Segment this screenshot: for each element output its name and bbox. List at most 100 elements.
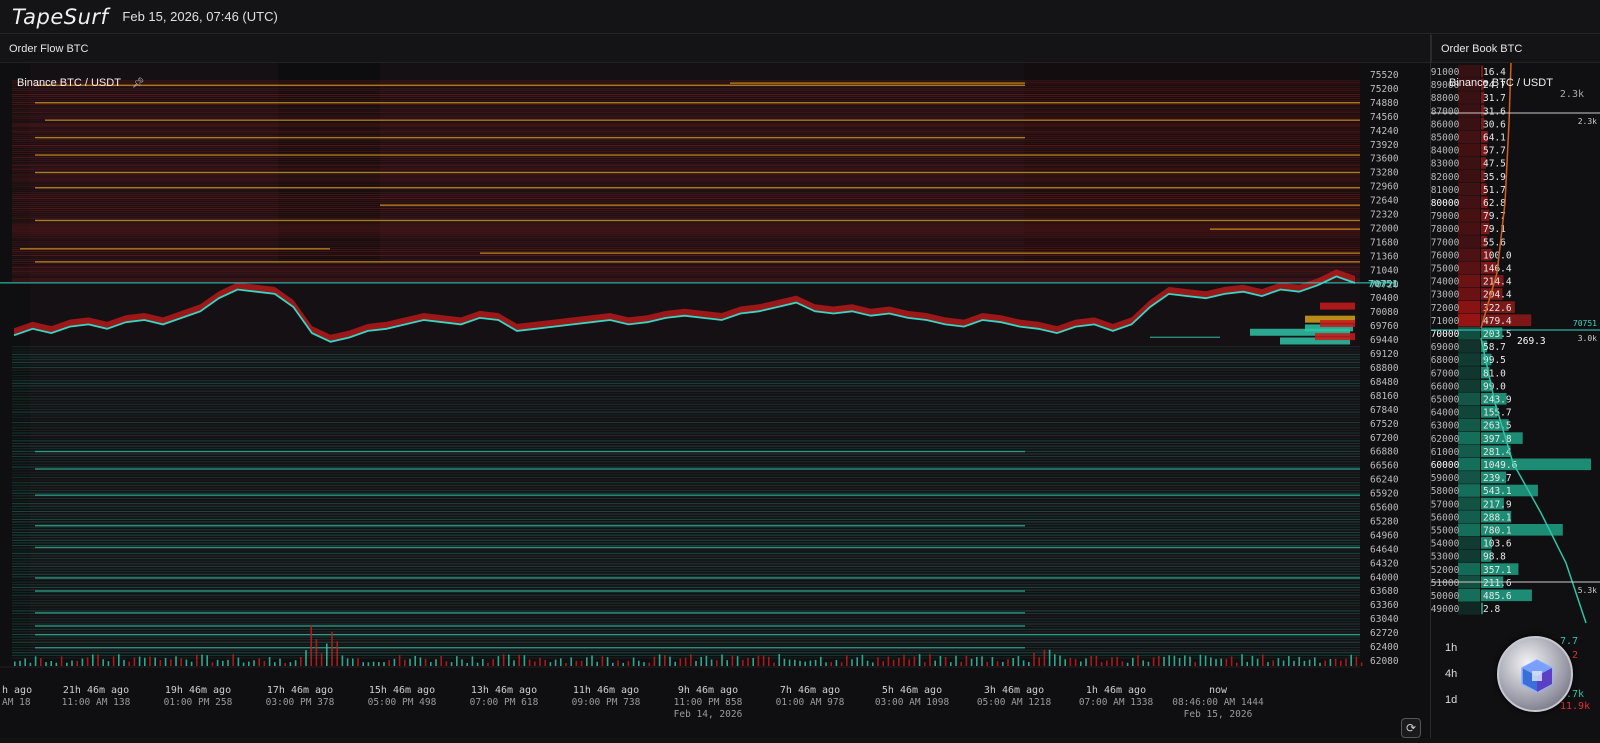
bid-liquidity-band [12, 385, 1360, 387]
order-flow-heatmap[interactable]: 70751 75520 75200 74880 74560 74240 73920 73600… [0, 63, 1430, 738]
volume-bar [700, 656, 702, 666]
volume-bar [362, 662, 364, 666]
volume-bar [794, 659, 796, 666]
price-axis-label: 68160 [1370, 391, 1399, 402]
volume-bar [60, 656, 63, 666]
bid-liquidity-band [12, 435, 1360, 437]
volume-bar [326, 643, 328, 666]
ask-liquidity-band [12, 258, 1360, 260]
ask-liquidity-band [12, 247, 1360, 249]
bid-liquidity-band [12, 628, 1360, 630]
ladder-price-cell [1458, 340, 1480, 353]
ask-liquidity-band [12, 80, 1360, 82]
ask-liquidity-band [12, 199, 1360, 202]
price-axis-label: 70400 [1370, 293, 1399, 304]
volume-bar [14, 661, 16, 666]
ladder-price-cell [1458, 589, 1480, 602]
ask-liquidity-band [12, 90, 1360, 92]
floating-logo-badge[interactable] [1497, 636, 1573, 712]
bid-liquidity-band [12, 565, 1360, 567]
volume-bar [679, 658, 682, 666]
price-axis-label: 67520 [1370, 419, 1399, 430]
volume-bar [575, 660, 578, 666]
volume-bar [1126, 662, 1129, 666]
ladder-price: 63000 [1431, 421, 1460, 432]
bid-liquidity-band [12, 639, 1360, 641]
volume-bar [170, 659, 172, 666]
volume-bar [279, 658, 281, 666]
ladder-price: 71000 [1431, 316, 1460, 327]
liquidity-level [35, 102, 1360, 104]
bid-liquidity-band [12, 414, 1360, 416]
volume-bar [690, 654, 692, 666]
ask-liquidity-band [12, 131, 1360, 133]
price-axis-label: 72320 [1370, 210, 1399, 221]
volume-bar [716, 660, 718, 666]
bid-liquidity-band [12, 526, 1360, 528]
ladder-size: 543.1 [1483, 486, 1512, 497]
ladder-size: 780.1 [1483, 526, 1512, 537]
bid-liquidity-band [12, 461, 1360, 463]
ask-liquidity-band [12, 148, 1360, 151]
ladder-price: 62000 [1431, 434, 1460, 445]
timeframe-4h[interactable]: 4h [1445, 668, 1457, 680]
volume-bar [544, 659, 546, 666]
ladder-size: 100.0 [1483, 250, 1512, 261]
bid-liquidity-band [12, 445, 1360, 447]
volume-bar [830, 662, 832, 666]
app-logo-text[interactable]: TapeSurf [12, 5, 108, 29]
ask-liquidity-band [12, 256, 1360, 259]
volume-bar [55, 662, 58, 666]
bid-liquidity-band [12, 411, 1360, 413]
volume-bar [1028, 661, 1030, 666]
volume-bar [742, 659, 744, 666]
ladder-price: 57000 [1431, 499, 1460, 510]
bid-liquidity-band [12, 654, 1360, 656]
volume-bar [1251, 655, 1254, 666]
bid-liquidity-band [12, 458, 1360, 460]
bid-liquidity-band [12, 518, 1360, 520]
volume-bar [1308, 659, 1311, 666]
refresh-button[interactable]: ⟳ [1401, 718, 1421, 738]
bid-level [1150, 336, 1220, 339]
volume-bar [1225, 658, 1228, 666]
time-axis-sublabel: 05:00 PM 498 [368, 697, 437, 708]
bid-liquidity-band [12, 571, 1360, 573]
ladder-price-cell [1458, 104, 1480, 117]
bid-liquidity-band [12, 453, 1360, 455]
volume-bar [1184, 655, 1186, 666]
liquidity-level [480, 252, 1360, 254]
volume-bar [128, 661, 130, 666]
current-datetime: Feb 15, 2026, 07:46 (UTC) [122, 9, 278, 24]
ladder-price: 56000 [1431, 512, 1460, 523]
timeframe-1h[interactable]: 1h [1445, 642, 1457, 654]
ladder-price: 82000 [1431, 172, 1460, 183]
bid-liquidity-band [12, 382, 1360, 384]
time-axis-sublabel: 07:00 PM 618 [470, 697, 539, 708]
pin-icon[interactable]: 📌︎ [132, 78, 145, 89]
ladder-price: 60000 [1431, 460, 1460, 471]
ladder-size: 31.6 [1483, 106, 1506, 117]
volume-bar [1314, 657, 1316, 666]
price-axis-label: 70720 [1370, 279, 1399, 290]
volume-bar [1282, 660, 1285, 666]
bid-liquidity-band [12, 466, 1360, 468]
volume-bar [658, 654, 661, 666]
ask-liquidity-band [12, 97, 1360, 100]
ask-liquidity-band [12, 146, 1360, 149]
volume-bar [924, 662, 926, 666]
bid-level [35, 450, 1025, 453]
ladder-price: 87000 [1431, 106, 1460, 117]
bid-level [35, 633, 1360, 636]
volume-bar [274, 662, 276, 666]
volume-bar [102, 659, 104, 666]
volume-bar [1298, 656, 1300, 666]
timeframe-1d[interactable]: 1d [1445, 694, 1457, 706]
volume-bar [710, 659, 713, 666]
bid-liquidity-band [12, 364, 1360, 366]
ask-liquidity-band [12, 280, 1360, 282]
ask-liquidity-band [12, 215, 1360, 217]
heatmap-canvas[interactable]: 7075175520752007488074560742407392073600… [0, 63, 1430, 738]
volume-bar [1074, 659, 1077, 666]
bid-liquidity-band [12, 354, 1360, 356]
